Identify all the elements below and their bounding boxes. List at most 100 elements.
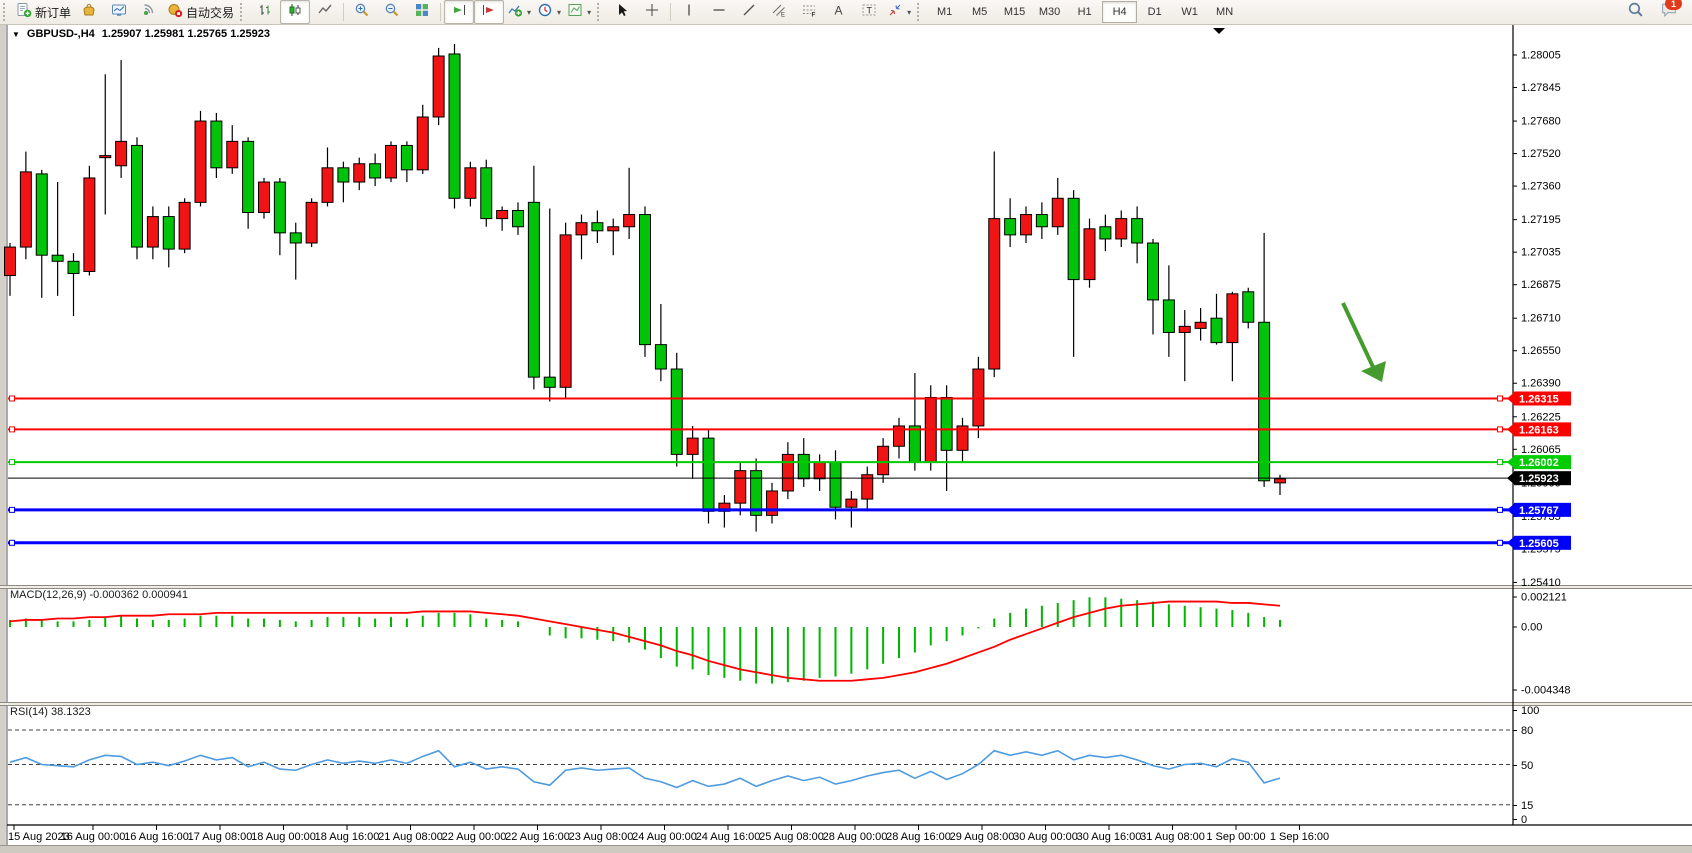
svg-text:80: 80: [1521, 725, 1533, 737]
toolbar-grip[interactable]: [3, 3, 10, 21]
candlestick-chart-icon: [287, 2, 303, 23]
candle-body: [401, 145, 412, 169]
zoom-out-button[interactable]: [377, 0, 407, 24]
timeframe-W1[interactable]: W1: [1172, 1, 1207, 23]
tile-windows-button[interactable]: [407, 0, 437, 24]
candlestick-chart-button[interactable]: [280, 0, 310, 24]
chevron-down-icon: ▾: [527, 8, 531, 17]
price-tag-label: 1.25923: [1519, 473, 1559, 485]
candle-body: [782, 454, 793, 491]
chevron-down-icon: ▾: [557, 8, 561, 17]
templates-button[interactable]: ▾: [564, 0, 594, 24]
toolbar: 新订单 自动交易 ▾ ▾: [0, 0, 1692, 25]
indicators-button[interactable]: ▾: [504, 0, 534, 24]
candle-body: [735, 471, 746, 504]
timeframe-M1[interactable]: M1: [927, 1, 962, 23]
auto-scroll-button[interactable]: [444, 0, 474, 24]
time-label: 31 Aug 08:00: [1140, 831, 1205, 843]
timeframe-M15[interactable]: M15: [997, 1, 1032, 23]
candle-body: [354, 164, 365, 182]
timeframe-D1[interactable]: D1: [1137, 1, 1172, 23]
toolbar-grip[interactable]: [240, 3, 247, 21]
bar-chart-button[interactable]: [250, 0, 280, 24]
vertical-line-button[interactable]: [674, 0, 704, 24]
text-button[interactable]: A: [824, 0, 854, 24]
symbol-period-label: GBPUSD-,H4: [27, 28, 95, 40]
quote-ohlc-label: 1.25907 1.25981 1.25765 1.25923: [102, 28, 270, 40]
timeframe-MN[interactable]: MN: [1207, 1, 1242, 23]
periods-button[interactable]: ▾: [534, 0, 564, 24]
candle-body: [830, 463, 841, 508]
chevron-down-icon: ▾: [587, 8, 591, 17]
one-click-trading-expander[interactable]: ▼: [12, 30, 20, 39]
time-label: 18 Aug 16:00: [315, 831, 380, 843]
auto-scroll-icon: [451, 2, 467, 23]
timeframe-M5[interactable]: M5: [962, 1, 997, 23]
svg-text:1.28005: 1.28005: [1521, 50, 1561, 62]
candle-body: [1084, 229, 1095, 280]
vertical-line-icon: [681, 2, 697, 23]
candle-body: [36, 174, 47, 255]
text-label-icon: T: [861, 2, 877, 23]
svg-text:1.27360: 1.27360: [1521, 181, 1561, 193]
line-chart-button[interactable]: [310, 0, 340, 24]
notifications-button[interactable]: 1: [1660, 1, 1678, 23]
candle-body: [433, 56, 444, 117]
equidistant-channel-button[interactable]: E: [764, 0, 794, 24]
candle-body: [52, 255, 63, 261]
candle-body: [5, 247, 16, 275]
chart-shift-icon: [481, 2, 497, 23]
cursor-button[interactable]: [607, 0, 637, 24]
new-order-button[interactable]: 新订单: [13, 0, 74, 24]
candle-body: [163, 217, 174, 250]
candle-body: [274, 182, 285, 233]
data-window-button[interactable]: [104, 0, 134, 24]
price-tag-label: 1.26163: [1519, 424, 1559, 436]
candle-body: [370, 164, 381, 178]
time-label: 16 Aug 00:00: [61, 831, 126, 843]
zoom-in-button[interactable]: [347, 0, 377, 24]
svg-text:1.27520: 1.27520: [1521, 148, 1561, 160]
window-left-border: [0, 25, 6, 845]
svg-text:1.26225: 1.26225: [1521, 411, 1561, 423]
candle-body: [132, 145, 143, 247]
timeframe-M30[interactable]: M30: [1032, 1, 1067, 23]
candle-body: [989, 219, 1000, 369]
signals-button[interactable]: [134, 0, 164, 24]
chart-shift-button[interactable]: [474, 0, 504, 24]
time-label: 1 Sep 00:00: [1206, 831, 1265, 843]
search-button[interactable]: [1620, 0, 1650, 24]
auto-trading-icon: [167, 2, 183, 23]
svg-text:F: F: [812, 11, 816, 18]
candle-body: [1227, 294, 1238, 343]
candle-body: [1259, 322, 1270, 481]
candle-body: [767, 491, 778, 515]
rsi-indicator-label: RSI(14) 38.1323: [10, 706, 91, 718]
svg-text:1.27680: 1.27680: [1521, 116, 1561, 128]
crosshair-button[interactable]: [637, 0, 667, 24]
timeframe-H4[interactable]: H4: [1102, 1, 1137, 23]
auto-trading-button[interactable]: 自动交易: [164, 0, 237, 24]
candle-body: [973, 369, 984, 426]
text-label-button[interactable]: T: [854, 0, 884, 24]
svg-text:0: 0: [1521, 814, 1527, 826]
arrows-tool-button[interactable]: ▾: [884, 0, 914, 24]
hline-handle: [10, 460, 15, 465]
trendline-button[interactable]: [734, 0, 764, 24]
chart-canvas[interactable]: 1.280051.278451.276801.275201.273601.271…: [0, 0, 1692, 853]
equidistant-channel-icon: E: [771, 2, 787, 23]
svg-text:T: T: [867, 5, 873, 15]
candle-body: [1052, 198, 1063, 226]
svg-text:100: 100: [1521, 705, 1539, 717]
market-watch-button[interactable]: [74, 0, 104, 24]
horizontal-line-button[interactable]: [704, 0, 734, 24]
toolbar-grip[interactable]: [917, 3, 924, 21]
candle-body: [941, 397, 952, 450]
toolbar-grip[interactable]: [597, 3, 604, 21]
candle-body: [116, 141, 127, 165]
timeframe-H1[interactable]: H1: [1067, 1, 1102, 23]
fibonacci-button[interactable]: F: [794, 0, 824, 24]
time-label: 23 Aug 08:00: [569, 831, 634, 843]
candle-body: [1211, 318, 1222, 342]
candle-body: [560, 235, 571, 387]
